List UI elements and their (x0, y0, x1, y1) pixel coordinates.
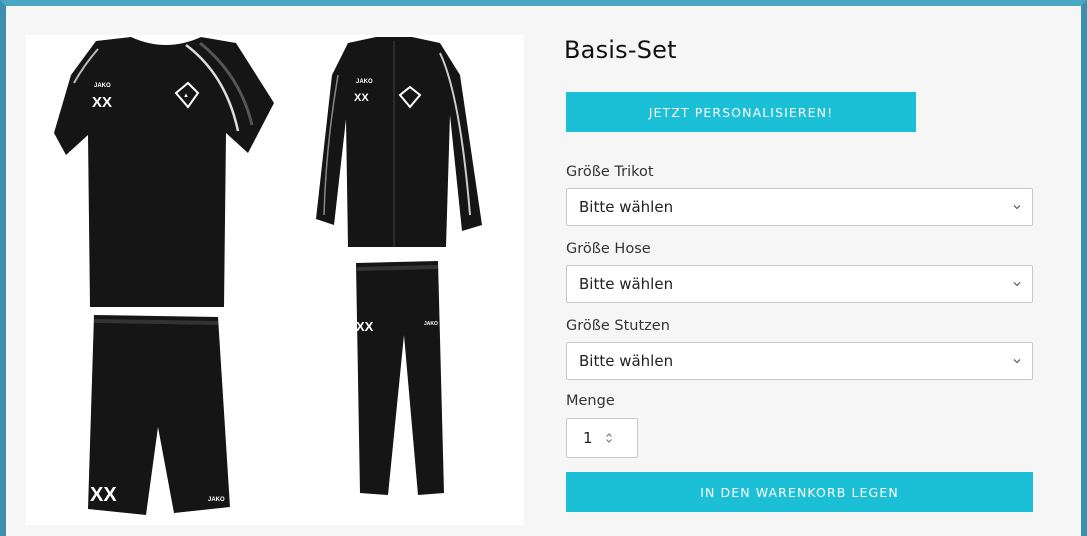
size-pants-value: Bitte wählen (579, 275, 674, 293)
size-socks-select[interactable]: Bitte wählen (566, 342, 1033, 380)
personalize-button[interactable]: JETZT PERSONALISIEREN! (566, 92, 916, 132)
size-pants-select[interactable]: Bitte wählen (566, 265, 1033, 303)
product-title: Basis-Set (564, 36, 677, 64)
size-socks-value: Bitte wählen (579, 352, 674, 370)
jacket-number: XX (354, 92, 369, 104)
jacket-brand: JAKO (356, 79, 373, 85)
chevron-down-icon (1013, 282, 1021, 287)
stepper-arrows-icon[interactable] (605, 432, 613, 444)
size-shirt-select[interactable]: Bitte wählen (566, 188, 1033, 226)
chevron-down-icon (1013, 359, 1021, 364)
size-socks-label: Größe Stutzen (566, 318, 670, 334)
tshirt-image: ▲ JAKO XX (54, 37, 274, 307)
size-shirt-value: Bitte wählen (579, 198, 674, 216)
shirt-number: XX (92, 94, 112, 111)
shorts-image: XX JAKO (88, 315, 230, 515)
shorts-number: XX (90, 484, 117, 506)
shirt-brand: JAKO (94, 83, 111, 89)
quantity-label: Menge (566, 393, 615, 409)
quantity-stepper[interactable]: 1 (566, 418, 638, 458)
page-frame: ▲ JAKO XX XX JAKO JAKO XX XX JAKO Basis-… (0, 0, 1087, 536)
add-to-cart-button[interactable]: IN DEN WARENKORB LEGEN (566, 472, 1033, 512)
pants-image: XX JAKO (355, 261, 444, 495)
product-image: ▲ JAKO XX XX JAKO JAKO XX XX JAKO (26, 35, 524, 525)
size-pants-label: Größe Hose (566, 241, 651, 257)
jacket-image: JAKO XX (316, 37, 482, 247)
svg-text:▲: ▲ (183, 93, 189, 99)
pants-brand: JAKO (424, 321, 438, 327)
pants-number: XX (356, 319, 374, 334)
shorts-brand: JAKO (208, 497, 225, 503)
size-shirt-label: Größe Trikot (566, 164, 654, 180)
quantity-value: 1 (583, 429, 593, 447)
chevron-down-icon (1013, 205, 1021, 210)
